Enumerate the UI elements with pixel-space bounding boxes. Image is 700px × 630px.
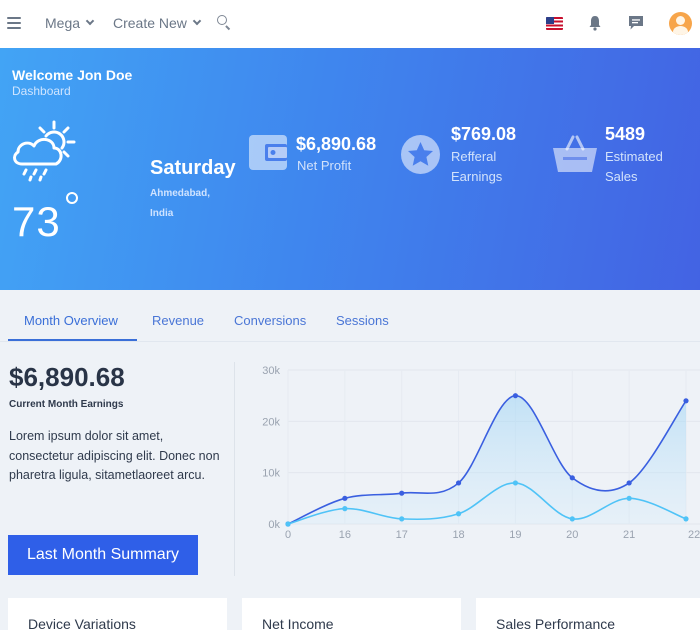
x-tick-label: 21 <box>623 529 635 541</box>
star-icon <box>401 135 440 174</box>
x-tick-label: 0 <box>285 529 291 541</box>
dashboard-hero: Welcome Jon Doe Dashboard 73 Saturday Ah… <box>0 48 700 290</box>
tab-conversions[interactable]: Conversions <box>234 313 306 341</box>
tab-divider <box>0 341 700 342</box>
data-point <box>342 496 347 501</box>
chevron-down-icon <box>193 17 201 25</box>
tab-sessions[interactable]: Sessions <box>336 313 389 341</box>
us-flag-icon[interactable] <box>546 17 563 30</box>
data-point <box>399 491 404 496</box>
earnings-chart: 0k 10k 20k 30k 0 16 17 18 19 20 21 22 <box>240 360 700 546</box>
data-point <box>570 475 575 480</box>
data-point <box>342 506 347 511</box>
data-point <box>285 521 290 526</box>
data-point <box>683 398 688 403</box>
chat-icon[interactable] <box>628 15 644 31</box>
tab-month-overview[interactable]: Month Overview <box>8 313 137 341</box>
data-point <box>456 511 461 516</box>
net-profit-label: Net Profit <box>297 156 367 176</box>
x-tick-label: 18 <box>452 529 464 541</box>
net-income-card: Net Income <box>242 598 461 630</box>
x-tick-label: 20 <box>566 529 578 541</box>
hamburger-icon[interactable] <box>7 17 21 29</box>
current-earnings-value: $6,890.68 <box>9 362 125 393</box>
x-tick-label: 17 <box>396 529 408 541</box>
series-area <box>288 396 686 524</box>
y-tick-label: 20k <box>262 416 280 428</box>
weather-location: Ahmedabad, India <box>150 184 230 224</box>
cloud-rain-sun-icon <box>10 120 78 182</box>
y-tick-label: 0k <box>268 519 280 531</box>
temperature-value: 73 <box>12 198 61 246</box>
net-profit-value: $6,890.68 <box>296 134 376 155</box>
device-variations-card: Device Variations <box>8 598 227 630</box>
welcome-title: Welcome Jon Doe <box>12 67 132 83</box>
card-title: Device Variations <box>28 616 136 630</box>
card-title: Sales Performance <box>496 616 615 630</box>
estimated-sales-label: Estimated Sales <box>605 147 675 187</box>
chart-divider <box>234 362 235 576</box>
avatar[interactable] <box>669 12 692 35</box>
estimated-sales-value: 5489 <box>605 124 645 145</box>
card-title: Net Income <box>262 616 334 630</box>
y-tick-label: 30k <box>262 365 280 377</box>
degree-symbol <box>66 192 78 204</box>
create-new-menu[interactable]: Create New <box>113 15 200 31</box>
data-point <box>513 393 518 398</box>
referral-earnings-value: $769.08 <box>451 124 516 145</box>
mega-menu-label: Mega <box>45 15 80 31</box>
search-icon[interactable] <box>217 15 231 29</box>
chevron-down-icon <box>86 17 94 25</box>
data-point <box>570 516 575 521</box>
wallet-icon <box>249 135 287 170</box>
y-tick-label: 10k <box>262 468 280 480</box>
top-navbar: Mega Create New <box>0 0 700 48</box>
x-tick-label: 19 <box>509 529 521 541</box>
data-point <box>683 516 688 521</box>
weather-day: Saturday <box>150 157 236 180</box>
data-point <box>399 516 404 521</box>
data-point <box>513 480 518 485</box>
overview-description: Lorem ipsum dolor sit amet, consectetur … <box>9 427 221 486</box>
mega-menu[interactable]: Mega <box>45 15 93 31</box>
x-tick-label: 22 <box>688 529 700 541</box>
basket-icon <box>553 135 597 172</box>
tab-revenue[interactable]: Revenue <box>152 313 204 341</box>
create-new-label: Create New <box>113 15 187 31</box>
data-point <box>456 480 461 485</box>
current-earnings-label: Current Month Earnings <box>9 399 123 410</box>
data-point <box>627 496 632 501</box>
data-point <box>627 480 632 485</box>
x-tick-label: 16 <box>339 529 351 541</box>
referral-earnings-label: Refferal Earnings <box>451 147 521 187</box>
sales-performance-card: Sales Performance <box>476 598 700 630</box>
last-month-summary-button[interactable]: Last Month Summary <box>8 535 198 575</box>
bell-icon[interactable] <box>588 15 602 31</box>
page-subtitle: Dashboard <box>12 84 71 98</box>
